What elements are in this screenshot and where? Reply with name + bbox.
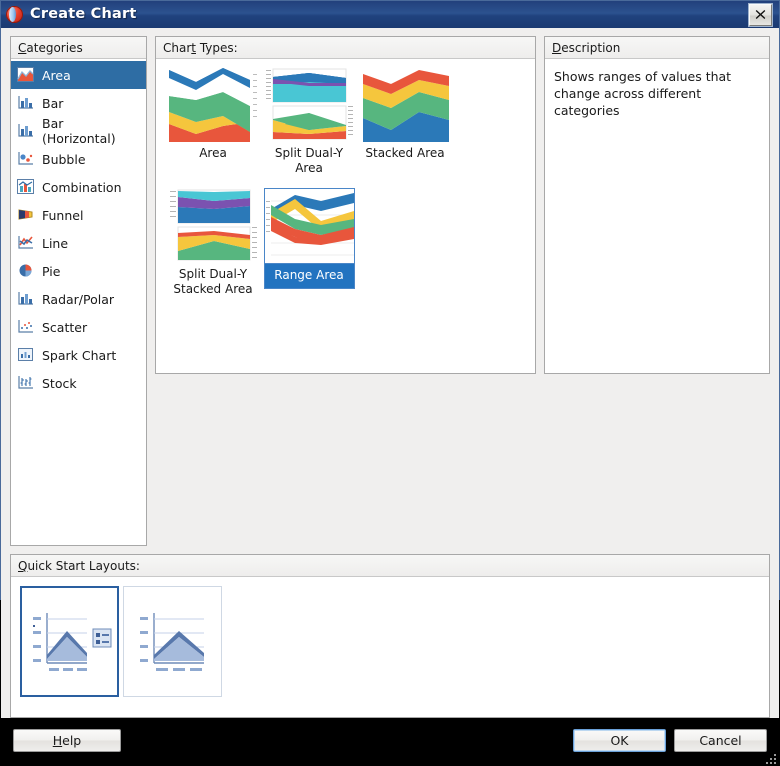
- close-icon[interactable]: [749, 3, 772, 26]
- cancel-button[interactable]: Cancel: [674, 728, 767, 752]
- quick-start-list: [11, 577, 769, 697]
- quick-start-item-area-plain[interactable]: [123, 586, 222, 697]
- category-item-line[interactable]: Line: [11, 229, 146, 257]
- category-item-stock[interactable]: Stock: [11, 369, 146, 397]
- area-thumb: [167, 67, 259, 143]
- ok-button[interactable]: OK: [573, 728, 666, 752]
- category-item-bubble[interactable]: Bubble: [11, 145, 146, 173]
- category-item-scatter[interactable]: Scatter: [11, 313, 146, 341]
- category-label: Area: [42, 67, 71, 83]
- chart-type-split-dual-y-stacked-area[interactable]: Split Dual-Y Stacked Area: [165, 188, 261, 297]
- combination-chart-icon: [17, 179, 35, 195]
- categories-header-rest: ategories: [26, 41, 83, 55]
- category-item-funnel[interactable]: Funnel: [11, 201, 146, 229]
- chart-type-label: Area: [199, 146, 227, 160]
- chart-types-header-b: Types:: [196, 41, 238, 55]
- bar-chart-icon: [17, 95, 35, 111]
- chart-types-panel: Chart Types: Area Split Dual-Y Area Stac…: [155, 36, 536, 374]
- category-item-pie[interactable]: Pie: [11, 257, 146, 285]
- funnel-chart-icon: [17, 207, 35, 223]
- bar-horizontal-chart-icon: [17, 123, 35, 139]
- split-dual-y-area-thumb: [263, 67, 355, 143]
- upper-region: Categories Area Bar Bar (Horizontal) Bub…: [10, 36, 770, 546]
- area-chart-icon: [17, 67, 35, 83]
- quick-start-item-area-with-legend[interactable]: [20, 586, 119, 697]
- description-header: Description: [545, 37, 769, 59]
- ok-button-label: OK: [610, 732, 629, 748]
- category-label: Scatter: [42, 319, 88, 335]
- category-item-combination[interactable]: Combination: [11, 173, 146, 201]
- chart-types-row-1: Area Split Dual-Y Area Stacked Area: [165, 67, 535, 176]
- resize-grip[interactable]: [765, 753, 777, 765]
- dialog-footer: Help OK Cancel: [1, 718, 779, 766]
- category-label: Stock: [42, 375, 77, 391]
- create-chart-dialog: Create Chart Categories Area Bar Bar (Ho…: [0, 0, 780, 764]
- categories-panel: Categories Area Bar Bar (Horizontal) Bub…: [10, 36, 147, 546]
- category-item-area[interactable]: Area: [11, 61, 146, 89]
- chart-type-area[interactable]: Area: [165, 67, 261, 161]
- oracle-sphere-icon: [6, 6, 23, 23]
- help-button[interactable]: Help: [13, 728, 121, 752]
- chart-type-label: Range Area: [263, 264, 355, 289]
- chart-type-label: Split Dual-Y Stacked Area: [173, 267, 253, 296]
- chart-types-grid: Area Split Dual-Y Area Stacked Area Spli…: [156, 59, 535, 297]
- description-header-rest: escription: [561, 41, 621, 55]
- category-item-bar[interactable]: Bar: [11, 89, 146, 117]
- chart-types-row-2: Split Dual-Y Stacked Area Range Area: [165, 188, 535, 297]
- description-panel: Description Shows ranges of values that …: [544, 36, 770, 374]
- category-label: Pie: [42, 263, 61, 279]
- stock-chart-icon: [17, 375, 35, 391]
- category-label: Bar (Horizontal): [42, 116, 116, 146]
- bubble-chart-icon: [17, 151, 35, 167]
- dialog-body: Categories Area Bar Bar (Horizontal) Bub…: [1, 28, 779, 718]
- chart-types-header-a: Char: [163, 41, 192, 55]
- quick-start-header-rest: uick Start Layouts:: [27, 559, 140, 573]
- category-item-radar-polar[interactable]: Radar/Polar: [11, 285, 146, 313]
- line-chart-icon: [17, 235, 35, 251]
- category-label: Funnel: [42, 207, 84, 223]
- stacked-area-thumb: [359, 67, 451, 143]
- category-label: Line: [42, 235, 69, 251]
- category-label: Spark Chart: [42, 347, 117, 363]
- categories-list: Area Bar Bar (Horizontal) Bubble Combina…: [11, 59, 146, 397]
- quick-start-header: Quick Start Layouts:: [11, 555, 769, 577]
- chart-type-label: Stacked Area: [365, 146, 445, 160]
- range-area-thumb: [263, 188, 355, 264]
- description-text: Shows ranges of values that change acros…: [554, 69, 732, 118]
- category-label: Combination: [42, 179, 122, 195]
- chart-type-stacked-area[interactable]: Stacked Area: [357, 67, 453, 161]
- category-label: Bar: [42, 95, 64, 111]
- chart-type-label: Split Dual-Y Area: [274, 146, 344, 175]
- pie-chart-icon: [17, 263, 35, 279]
- split-dual-y-stacked-area-thumb: [167, 188, 259, 264]
- chart-type-range-area[interactable]: Range Area: [261, 188, 357, 289]
- spark-chart-icon: [17, 347, 35, 363]
- window-title: Create Chart: [30, 6, 137, 22]
- category-label: Bubble: [42, 151, 86, 167]
- category-item-spark-chart[interactable]: Spark Chart: [11, 341, 146, 369]
- category-item-bar-horizontal[interactable]: Bar (Horizontal): [11, 116, 146, 146]
- radar-polar-chart-icon: [17, 291, 35, 307]
- category-label: Radar/Polar: [42, 291, 115, 307]
- categories-header: Categories: [11, 37, 146, 59]
- scatter-chart-icon: [17, 319, 35, 335]
- help-button-label: Help: [52, 732, 82, 748]
- chart-types-header: Chart Types:: [156, 37, 535, 59]
- quick-start-layouts-panel: Quick Start Layouts:: [10, 554, 770, 718]
- title-bar: Create Chart: [1, 1, 779, 28]
- cancel-button-label: Cancel: [699, 732, 742, 748]
- chart-type-split-dual-y-area[interactable]: Split Dual-Y Area: [261, 67, 357, 176]
